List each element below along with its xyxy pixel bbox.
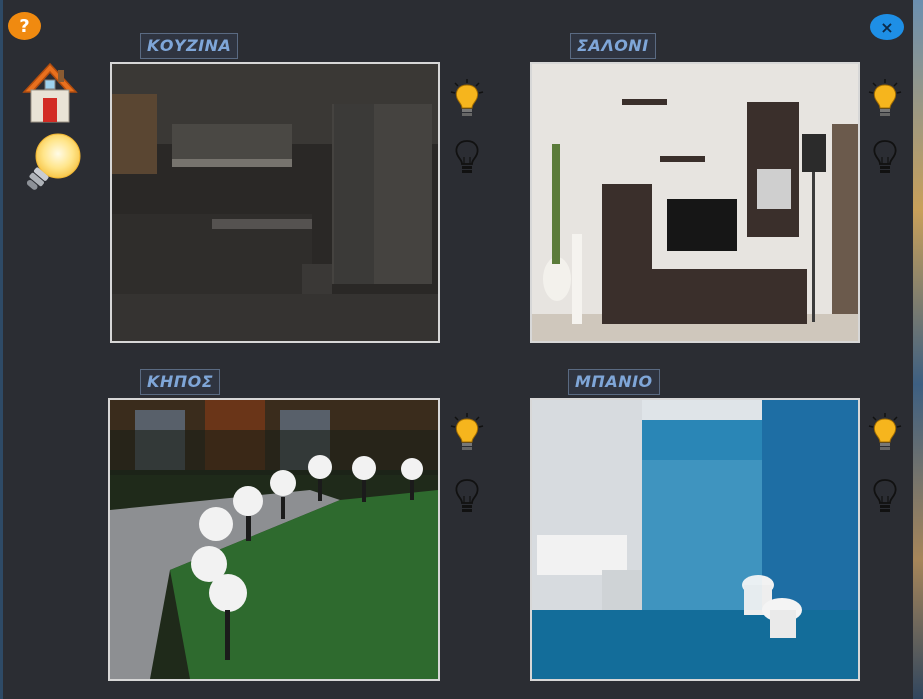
kitchen-light-off-icon[interactable]	[448, 135, 486, 177]
desktop-edge-left	[0, 0, 3, 699]
room-photo-kitchen[interactable]	[110, 62, 440, 343]
living-room-light-on-icon[interactable]	[866, 78, 904, 120]
help-button-label: ?	[19, 15, 30, 37]
room-label-garden: ΚΗΠΟΣ	[140, 369, 221, 395]
desktop-edge-right	[913, 0, 923, 699]
room-label-living-room: ΣΑΛΟΝΙ	[570, 33, 656, 59]
room-photo-garden[interactable]	[108, 398, 440, 681]
lightbulb-icon[interactable]	[18, 130, 84, 196]
kitchen-image	[112, 64, 438, 341]
garden-light-off-icon[interactable]	[448, 474, 486, 516]
kitchen-light-on-icon[interactable]	[448, 78, 486, 120]
living-room-light-off-icon[interactable]	[866, 135, 904, 177]
home-icon[interactable]	[22, 62, 78, 124]
close-icon: ×	[880, 17, 894, 37]
help-button[interactable]: ?	[8, 12, 41, 40]
close-button[interactable]: ×	[870, 14, 904, 40]
garden-light-on-icon[interactable]	[448, 412, 486, 454]
bathroom-image	[532, 400, 858, 679]
room-photo-bathroom[interactable]	[530, 398, 860, 681]
living-room-image	[532, 64, 858, 341]
bathroom-light-on-icon[interactable]	[866, 412, 904, 454]
bathroom-light-off-icon[interactable]	[866, 474, 904, 516]
room-photo-living-room[interactable]	[530, 62, 860, 343]
room-label-kitchen: ΚΟΥΖΙΝΑ	[140, 33, 239, 59]
room-label-bathroom: ΜΠΑΝΙΟ	[568, 369, 660, 395]
garden-image	[110, 400, 438, 679]
